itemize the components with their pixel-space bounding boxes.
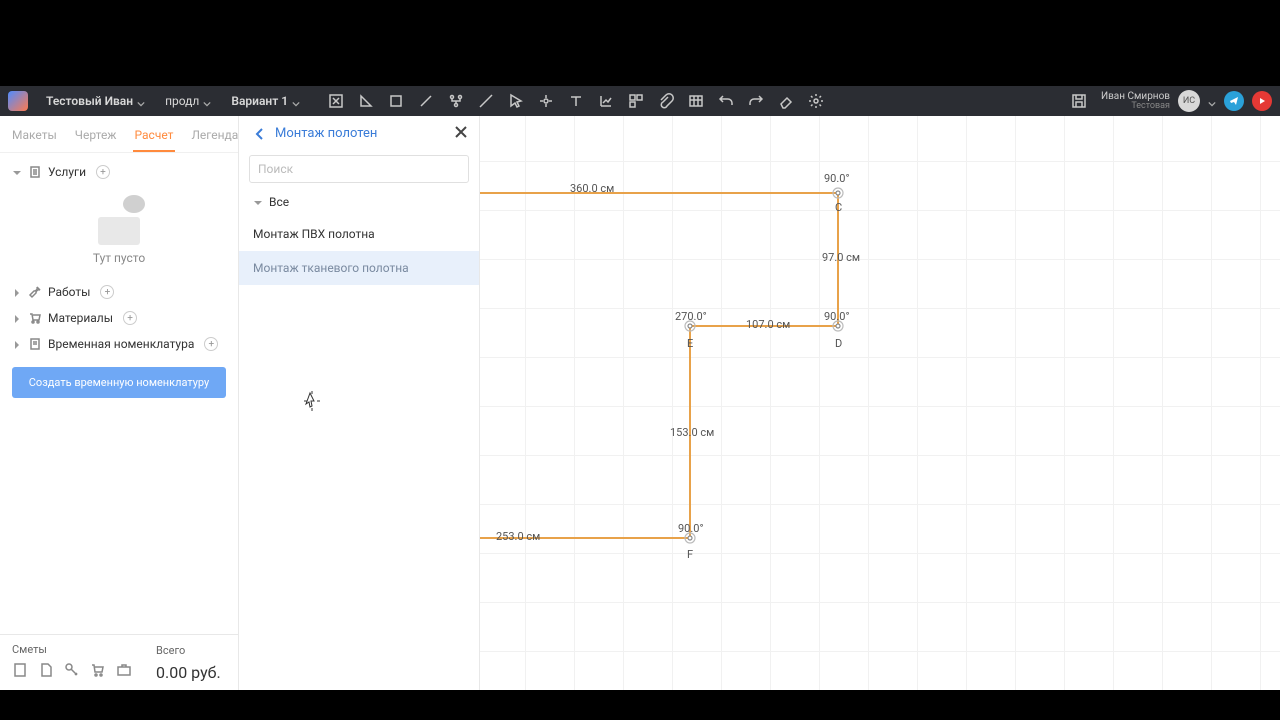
chevron-down-icon [253,197,263,207]
list-item[interactable]: Монтаж тканевого полотна [239,251,479,285]
total-value: 0.00 руб. [156,663,221,682]
label-c-angle: 90.0° [824,172,850,185]
add-icon[interactable]: + [96,165,110,179]
tab-legend[interactable]: Легенда [189,124,240,152]
label-ef-len: 153.0 см [670,426,714,439]
panel-header: Монтаж полотен [239,116,479,151]
tab-drawing[interactable]: Чертеж [73,124,119,152]
label-bottom-len: 253.0 см [496,530,540,543]
label-c: C [835,201,842,214]
back-arrow-icon[interactable] [253,127,267,141]
cursor-icon [304,391,320,411]
label-top-len: 360.0 см [570,182,614,195]
add-icon[interactable]: + [204,337,218,351]
tool-target-icon[interactable] [532,87,560,115]
chevron-right-icon [12,287,22,297]
empty-illustration [89,195,149,245]
empty-state: Тут пусто [0,185,238,279]
wrench-icon [28,285,42,299]
telegram-icon[interactable] [1224,91,1244,111]
document-icon [28,337,42,351]
filter-all[interactable]: Все [239,187,479,217]
label-d-angle: 90.0° [824,310,850,323]
topbar: Тестовый Иван продл Вариант 1 [0,86,1280,116]
list-item[interactable]: Монтаж ПВХ полотна [239,217,479,251]
create-temp-nom-button[interactable]: Создать временную номенклатуру [12,367,226,398]
label-ed-len: 107.0 см [746,318,790,331]
save-icon[interactable] [1065,87,1093,115]
panel-title: Монтаж полотен [275,126,377,141]
tool-chart-icon[interactable] [592,87,620,115]
tool-attach-icon[interactable] [652,87,680,115]
panel: Монтаж полотен Поиск Все Монтаж ПВХ поло… [239,116,480,690]
chevron-down-icon[interactable] [1208,97,1216,105]
chevron-down-icon [12,167,22,177]
breadcrumb-variant[interactable]: Вариант 1 [223,90,308,112]
label-e: E [687,337,693,350]
chevron-right-icon [12,339,22,349]
chevron-down-icon [292,97,300,105]
youtube-icon[interactable] [1252,91,1272,111]
tool-rect-icon[interactable] [382,87,410,115]
tool-angle-icon[interactable] [352,87,380,115]
sidebar-tabs: Макеты Чертеж Расчет Легенда [0,116,238,153]
app-logo[interactable] [8,91,28,111]
sidebar-footer: Сметы Всего 0.00 руб. [0,634,238,690]
label-d: D [835,337,842,350]
tool-branch-icon[interactable] [442,87,470,115]
chevron-down-icon [137,97,145,105]
key-icon[interactable] [64,662,80,682]
label-e-angle: 270.0° [675,310,707,323]
tool-group-icon[interactable] [622,87,650,115]
settings-icon[interactable] [802,87,830,115]
tool-diagonal-icon[interactable] [412,87,440,115]
tree-services[interactable]: Услуги + [0,159,238,185]
chevron-right-icon [12,313,22,323]
user-info: Иван Смирнов Тестовая [1101,91,1170,112]
doc-icon[interactable] [12,662,28,682]
sidebar: Макеты Чертеж Расчет Легенда Услуги + Ту… [0,116,239,690]
tree-temp-nom[interactable]: Временная номенклатура + [0,331,238,357]
breadcrumb-project[interactable]: Тестовый Иван [38,90,153,112]
canvas[interactable]: 360.0 см 90.0° C 97.0 см 270.0° 90.0° 10… [480,116,1280,690]
tool-erase-icon[interactable] [772,87,800,115]
clipboard-icon [28,165,42,179]
chevron-down-icon [203,97,211,105]
undo-icon[interactable] [712,87,740,115]
toolbar [322,87,830,115]
file-icon[interactable] [38,662,54,682]
add-icon[interactable]: + [123,311,137,325]
close-icon[interactable] [453,124,469,140]
tree-materials[interactable]: Материалы + [0,305,238,331]
label-f: F [687,548,693,561]
drawing [480,116,1280,690]
tool-clear-icon[interactable] [322,87,350,115]
avatar[interactable]: ИС [1178,90,1200,112]
add-icon[interactable]: + [100,285,114,299]
tool-cursor-icon[interactable] [502,87,530,115]
cart-icon [28,311,42,325]
tab-layouts[interactable]: Макеты [10,124,59,152]
breadcrumb-sub[interactable]: продл [157,90,219,112]
redo-icon[interactable] [742,87,770,115]
briefcase-icon[interactable] [116,662,132,682]
tree-works[interactable]: Работы + [0,279,238,305]
cart2-icon[interactable] [90,662,106,682]
tab-calc[interactable]: Расчет [133,124,176,152]
search-input[interactable]: Поиск [249,155,469,183]
tool-line-icon[interactable] [472,87,500,115]
tool-text-icon[interactable] [562,87,590,115]
label-f-angle: 90.0° [678,522,704,535]
label-cd-len: 97.0 см [822,251,860,264]
tool-table-icon[interactable] [682,87,710,115]
